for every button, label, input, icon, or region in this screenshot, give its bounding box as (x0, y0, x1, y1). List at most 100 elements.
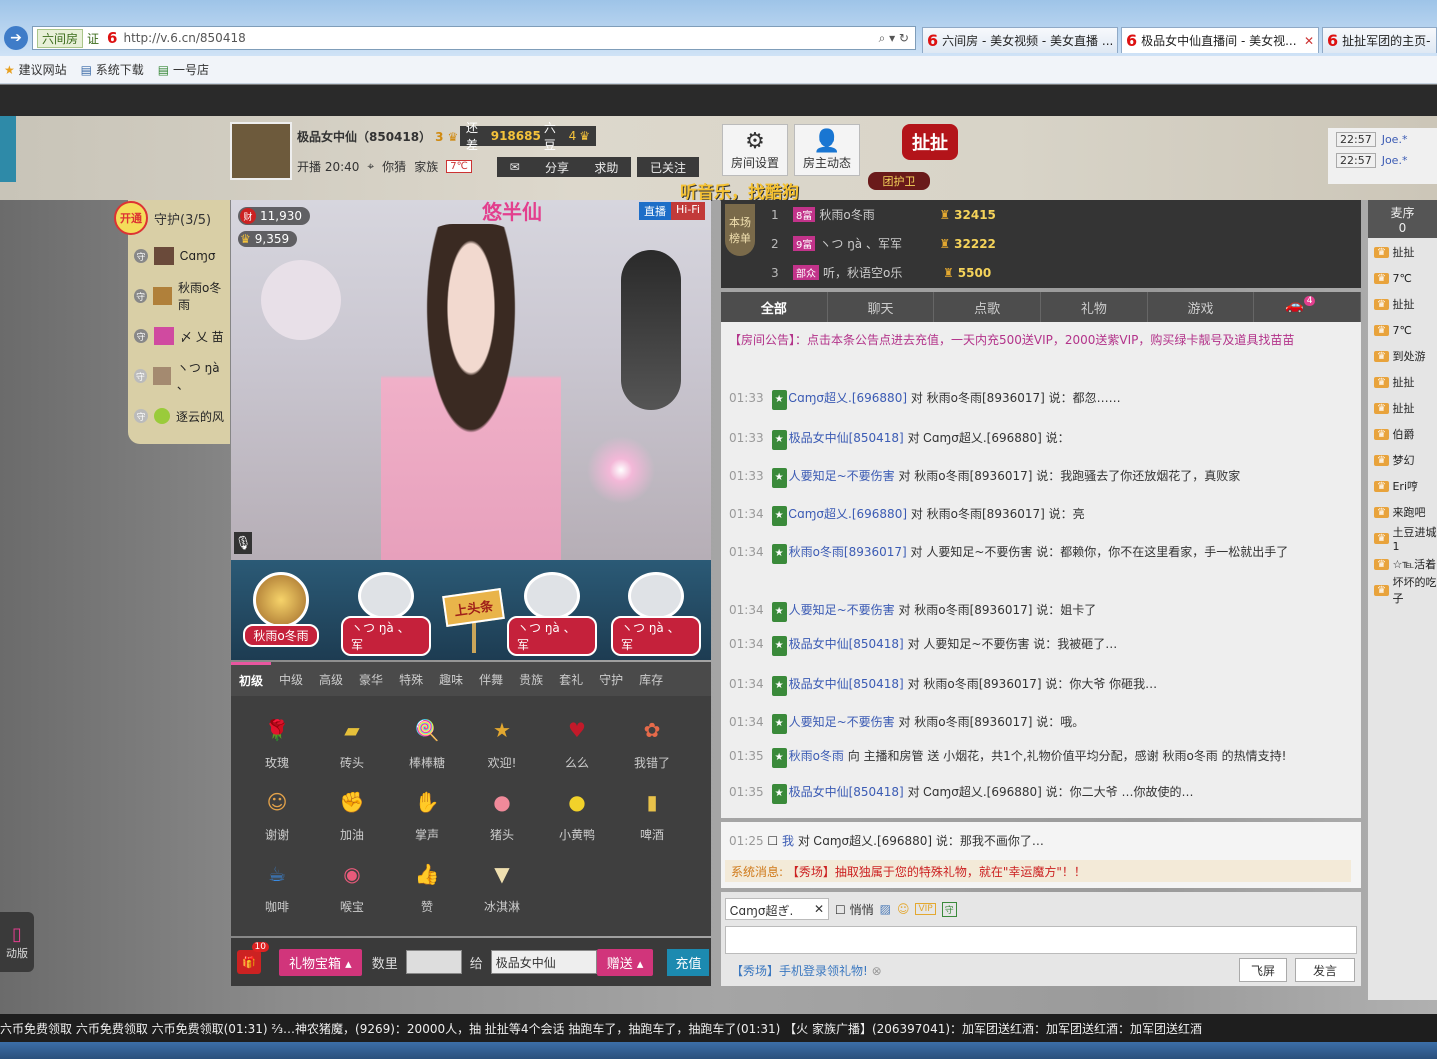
guard-item[interactable]: 守秋雨o冬雨 (128, 276, 230, 316)
mic-icon[interactable]: 🎙 (234, 532, 252, 554)
mail-icon[interactable]: ✉ (510, 160, 520, 174)
chat-target-select[interactable]: Ꮯɑɱσ超ぎ. ✕ (725, 898, 829, 920)
gift-tab[interactable]: 初级 (231, 662, 272, 696)
gift-item[interactable]: 🍭 棒棒糖 (397, 712, 457, 782)
host-dynamics-button[interactable]: 👤 房主动态 (794, 124, 860, 176)
gift-tab[interactable]: 伴舞 (471, 662, 511, 696)
brand-badge[interactable]: 扯扯 (902, 124, 958, 160)
tab-room[interactable]: 6 极品女中仙直播间 - 美女视... ✕ (1121, 27, 1319, 53)
queue-item[interactable]: ♛ 来跑吧 (1368, 500, 1437, 524)
gift-item[interactable]: ★ 欢迎! (472, 712, 532, 782)
help-button[interactable]: 求助 (594, 159, 618, 176)
fav-item[interactable]: ▤ 系统下载 (81, 61, 144, 78)
chat-tab[interactable]: 全部 (721, 292, 828, 322)
gift-tab[interactable]: 高级 (311, 662, 351, 696)
queue-item[interactable]: ♛ Eri哼 (1368, 474, 1437, 498)
share-button[interactable]: 分享 (545, 159, 569, 176)
open-guard-button[interactable]: 开通 (114, 201, 148, 235)
message-user[interactable]: 秋雨o冬雨 (789, 749, 844, 763)
time-item[interactable]: 22:57 Joe.* (1328, 128, 1437, 151)
guard-item[interactable]: 守逐云的风 (128, 396, 230, 436)
queue-item[interactable]: ♛ 到处游 (1368, 344, 1437, 368)
queue-item[interactable]: ♛ 扯扯 (1368, 370, 1437, 394)
seat[interactable]: ヽつ ŋà 、军 (341, 572, 431, 656)
queue-item[interactable]: ♛ 7℃ (1368, 266, 1437, 290)
message-user[interactable]: Ꮯɑɱσ超乂.[696880] (789, 391, 907, 405)
gift-item[interactable]: ✿ 我错了 (622, 712, 682, 782)
message-user[interactable]: 极品女中仙[850418] (789, 431, 904, 445)
gift-item[interactable]: ☕ 咖啡 (247, 856, 307, 926)
gift-item[interactable]: ▼ 冰淇淋 (472, 856, 532, 926)
gift-item[interactable]: ▮ 啤酒 (622, 784, 682, 854)
message-user[interactable]: Ꮯɑɱσ超乂.[696880] (789, 507, 907, 521)
chat-tab[interactable]: 点歌 (934, 292, 1042, 322)
fly-screen-button[interactable]: 飞屏 (1239, 958, 1287, 982)
address-bar[interactable]: 六间房 证 6 http://v.6.cn/850418 ⌕ ▾ ↻ (32, 26, 916, 50)
fav-item[interactable]: ▤ 一号店 (158, 61, 209, 78)
chat-tab[interactable]: 礼物 (1041, 292, 1148, 322)
headline-button[interactable]: 上头条 (429, 572, 519, 656)
queue-item[interactable]: ♛ 7℃ (1368, 318, 1437, 342)
chat-tab[interactable]: 聊天 (828, 292, 935, 322)
message-user[interactable]: 人要知足~不要伤害 (789, 603, 895, 617)
queue-item[interactable]: ♛ 伯爵 (1368, 422, 1437, 446)
car-icon[interactable]: 🚗 4 (1285, 296, 1316, 314)
gift-tab[interactable]: 豪华 (351, 662, 391, 696)
queue-item[interactable]: ♛ 坏坏的吃子 (1368, 576, 1437, 605)
queue-item[interactable]: ♛ 扯扯 (1368, 396, 1437, 420)
emoji-icon[interactable]: ☺ (897, 902, 910, 916)
gift-tab[interactable]: 库存 (631, 662, 671, 696)
guard-item[interactable]: 守 Ꮯɑɱσ (128, 236, 230, 276)
gift-item[interactable]: ✊ 加油 (322, 784, 382, 854)
gift-tab[interactable]: 中级 (271, 662, 311, 696)
side-tab[interactable] (0, 116, 16, 182)
message-user[interactable]: 极品女中仙[850418] (789, 637, 904, 651)
gift-item[interactable]: ● 小黄鸭 (547, 784, 607, 854)
gift-item[interactable]: ✋ 掌声 (397, 784, 457, 854)
guard-team-badge[interactable]: 团护卫 (868, 172, 930, 190)
queue-item[interactable]: ♛ 扯扯 (1368, 292, 1437, 316)
send-gift-button[interactable]: 赠送 ▴ (596, 948, 654, 976)
rank-row[interactable]: 3 部众 听，秋语空o乐 ♜ 5500 (771, 258, 991, 287)
message-user[interactable]: 人要知足~不要伤害 (789, 715, 895, 729)
host-avatar[interactable] (230, 122, 292, 180)
seat[interactable]: 秋雨o冬雨 (236, 572, 326, 656)
fav-item[interactable]: ★ 建议网站 (4, 61, 67, 78)
guard-item[interactable]: 守ヽつ ŋà 、 (128, 356, 230, 396)
url-text[interactable]: http://v.6.cn/850418 (123, 31, 245, 45)
mobile-version-button[interactable]: ▯ 动版 (0, 912, 34, 972)
rank-row[interactable]: 2 9富 ヽつ ŋà 、军军 ♜ 32222 (771, 229, 996, 258)
gift-item[interactable]: 👍 赞 (397, 856, 457, 926)
video-player[interactable] (231, 200, 711, 560)
seat[interactable]: ヽつ ŋà 、军 (611, 572, 701, 656)
recipient-select[interactable]: 极品女中仙 (490, 950, 597, 974)
guard-item[interactable]: 守〆 乂 苗 (128, 316, 230, 356)
close-icon[interactable]: ⊗ (872, 964, 882, 978)
family-tag[interactable]: 7℃ (446, 160, 472, 173)
message-user[interactable]: 秋雨o冬雨[8936017] (789, 545, 907, 559)
chat-tab[interactable]: 游戏 (1148, 292, 1255, 322)
search-icon[interactable]: ⌕ ▾ ↻ (879, 31, 909, 46)
tab-army[interactable]: 6 扯扯军团的主页- (1322, 27, 1437, 53)
queue-item[interactable]: ♛ ☆℡活着 (1368, 552, 1437, 576)
hifi-tag[interactable]: Hi-Fi (671, 202, 705, 220)
rank-tab[interactable]: 本场榜单 (725, 204, 755, 256)
room-settings-button[interactable]: ⚙ 房间设置 (722, 124, 788, 176)
gift-box-button[interactable]: 礼物宝箱 ▴ (279, 948, 362, 976)
follow-button[interactable]: 已关注 (637, 157, 699, 177)
message-user[interactable]: 人要知足~不要伤害 (789, 469, 895, 483)
gift-item[interactable]: ● 猪头 (472, 784, 532, 854)
time-item[interactable]: 22:57 Joe.* (1328, 151, 1437, 170)
notice-link[interactable]: 【秀场】手机登录领礼物! ⊗ (731, 962, 882, 979)
gift-tab[interactable]: 贵族 (511, 662, 551, 696)
queue-item[interactable]: ♛ 扯扯 (1368, 240, 1437, 264)
gift-tab[interactable]: 套礼 (551, 662, 591, 696)
rank-row[interactable]: 1 8富 秋雨o冬雨 ♜ 32415 (771, 200, 996, 229)
send-message-button[interactable]: 发言 (1295, 958, 1355, 982)
gift-tab[interactable]: 守护 (591, 662, 631, 696)
seat[interactable]: ヽつ ŋà 、军 (507, 572, 597, 656)
gift-item[interactable]: ◉ 喉宝 (322, 856, 382, 926)
queue-item[interactable]: ♛ 土豆进城1 (1368, 526, 1437, 553)
close-icon[interactable]: ✕ (814, 902, 824, 916)
gift-item[interactable]: ♥ 么么 (547, 712, 607, 782)
